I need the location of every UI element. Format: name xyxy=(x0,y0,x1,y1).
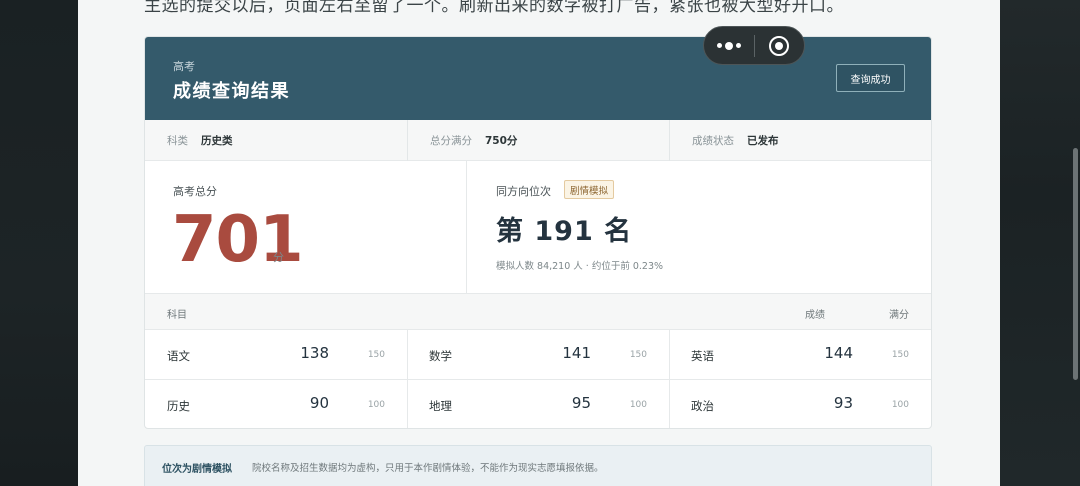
disclaimer-title: 位次为剧情模拟 xyxy=(162,464,232,475)
subject-score: 141 xyxy=(562,344,591,362)
subject-cell: 语文 138 150 xyxy=(145,330,407,380)
background-left xyxy=(0,0,78,486)
info-row: 科类 历史类 总分满分 750分 成绩状态 已发布 xyxy=(145,120,931,161)
subject-full: 150 xyxy=(367,350,385,360)
info-status: 成绩状态 已发布 xyxy=(692,120,779,161)
info-full-score: 总分满分 750分 xyxy=(430,120,517,161)
miniapp-capsule xyxy=(703,26,805,65)
info-value: 历史类 xyxy=(201,135,233,147)
info-key: 成绩状态 xyxy=(692,135,734,147)
subject-full: 100 xyxy=(629,400,647,410)
card-header: 高考 成绩查询结果 查询成功 xyxy=(145,37,931,120)
subject-cell: 历史 90 100 xyxy=(145,380,407,428)
subject-cell: 地理 95 100 xyxy=(407,380,669,428)
info-value: 750分 xyxy=(485,135,518,147)
result-card: 高考 成绩查询结果 查询成功 科类 历史类 总分满分 750分 成绩状态 已发布… xyxy=(144,36,932,429)
subject-cell: 英语 144 150 xyxy=(669,330,931,380)
card-subtitle: 高考 xyxy=(173,60,195,73)
info-category: 科类 历史类 xyxy=(167,120,233,161)
subject-name: 英语 xyxy=(691,349,714,363)
rank-value: 第 191 名 xyxy=(496,216,633,247)
background-right xyxy=(1000,0,1080,486)
divider xyxy=(669,120,670,161)
info-value: 已发布 xyxy=(747,135,779,147)
total-score-panel: 高考总分 701 xyxy=(145,161,467,293)
table-row: 历史 90 100 地理 95 100 政治 93 100 xyxy=(145,380,931,428)
subject-cell: 政治 93 100 xyxy=(669,380,931,428)
subject-name: 数学 xyxy=(429,349,452,363)
total-score-unit: 分 xyxy=(273,251,284,264)
rank-note: 模拟人数 84,210 人 · 约位于前 0.23% xyxy=(496,261,664,272)
subject-name: 历史 xyxy=(167,399,190,413)
table-row: 语文 138 150 数学 141 150 英语 144 150 xyxy=(145,330,931,380)
subject-score: 90 xyxy=(309,394,329,412)
total-score-label: 高考总分 xyxy=(173,185,217,198)
info-key: 总分满分 xyxy=(430,135,472,147)
subject-name: 地理 xyxy=(429,399,452,413)
subject-score: 95 xyxy=(571,394,591,412)
simulation-tag: 剧情模拟 xyxy=(564,180,615,199)
card-title: 成绩查询结果 xyxy=(173,81,290,102)
rank-panel: 同方向位次 剧情模拟 第 191 名 模拟人数 84,210 人 · 约位于前 … xyxy=(467,161,931,293)
subject-score: 138 xyxy=(300,344,329,362)
query-status-button[interactable]: 查询成功 xyxy=(836,64,905,92)
subject-full: 100 xyxy=(367,400,385,410)
disclaimer-note: 位次为剧情模拟 院校名称及招生数据均为虚构，只用于本作剧情体验，不能作为现实志愿… xyxy=(144,445,932,486)
subject-full: 150 xyxy=(629,350,647,360)
table-header: 科目 成绩 满分 xyxy=(145,293,931,330)
subject-full: 150 xyxy=(891,350,909,360)
header-subject: 科目 xyxy=(167,310,187,321)
disclaimer-text: 院校名称及招生数据均为虚构，只用于本作剧情体验，不能作为现实志愿填报依据。 xyxy=(252,463,604,474)
subject-cell: 数学 141 150 xyxy=(407,330,669,380)
page: 主选的提交以后，页面左右至留了一个。刷新出来的数字被打广告，紧张也被大型好开口。… xyxy=(78,0,1000,486)
subject-score: 144 xyxy=(824,344,853,362)
header-full: 满分 xyxy=(889,310,909,321)
scrollbar[interactable] xyxy=(1073,148,1078,380)
subject-name: 政治 xyxy=(691,399,714,413)
header-score: 成绩 xyxy=(805,310,825,321)
total-score-value: 701 xyxy=(172,203,304,277)
divider xyxy=(407,330,408,428)
info-key: 科类 xyxy=(167,135,188,147)
divider xyxy=(669,330,670,428)
divider xyxy=(407,120,408,161)
subject-score: 93 xyxy=(833,394,853,412)
subject-full: 100 xyxy=(891,400,909,410)
intro-text: 主选的提交以后，页面左右至留了一个。刷新出来的数字被打广告，紧张也被大型好开口。 xyxy=(144,0,844,16)
target-icon[interactable] xyxy=(754,27,804,64)
subject-name: 语文 xyxy=(167,349,190,363)
more-dots-icon[interactable] xyxy=(704,27,754,64)
rank-label: 同方向位次 xyxy=(496,185,551,198)
